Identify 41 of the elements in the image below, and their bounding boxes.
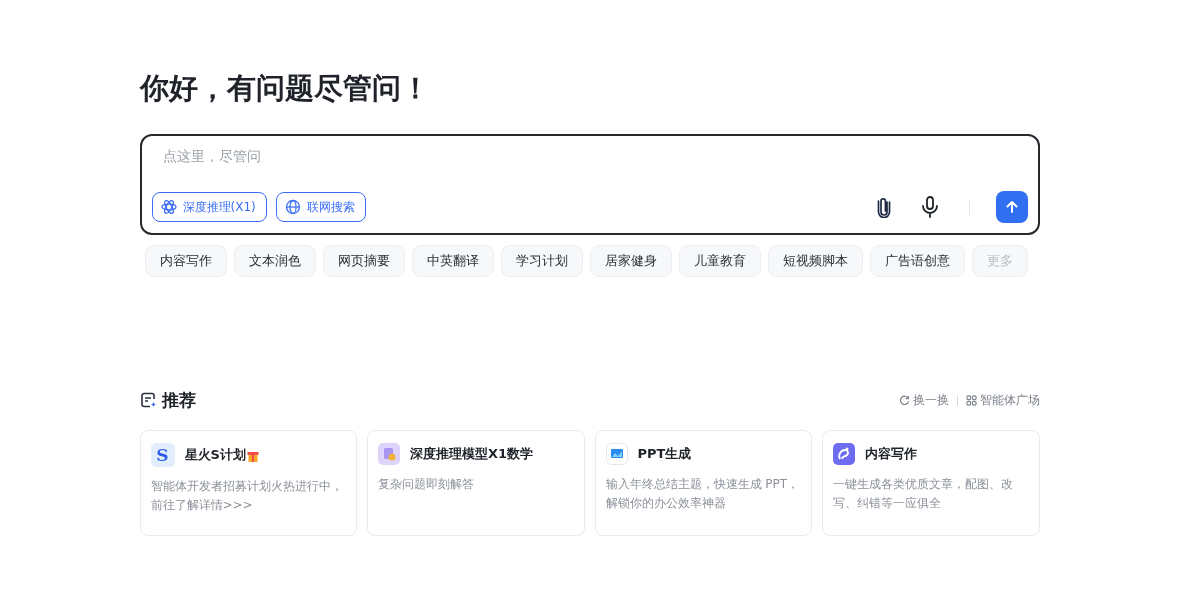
recommend-card[interactable]: PPT生成 输入年终总结主题，快速生成 PPT，解锁你的办公效率神器 [594, 430, 812, 536]
suggestion-chip[interactable]: 短视频脚本 [767, 245, 863, 277]
card-title: 内容写作 [865, 445, 917, 463]
chart-logo-icon [605, 443, 628, 465]
card-description: 一键生成各类优质文章，配图、改写、纠错等一应俱全 [833, 476, 1014, 512]
arrow-up-icon [1004, 200, 1019, 214]
microphone-icon[interactable] [920, 196, 939, 218]
pen-logo-icon [833, 443, 855, 465]
mode-toggle[interactable]: 深度推理(X1) [151, 192, 267, 222]
prompt-box[interactable]: 点这里，尽管问 深度推理(X1) 联网搜索 [139, 134, 1040, 235]
greeting-title: 你好，有问题尽管问！ [139, 70, 431, 107]
suggestion-chip[interactable]: 内容写作 [144, 245, 227, 277]
paperclip-icon[interactable] [876, 196, 891, 218]
header-link[interactable]: 智能体广场 [965, 392, 1040, 409]
section-title: 推荐 [161, 389, 196, 412]
suggestion-chip[interactable]: 网页摘要 [322, 245, 405, 277]
header-link[interactable]: 换一换 [898, 392, 949, 409]
recommend-card[interactable]: 内容写作 一键生成各类优质文章，配图、改写、纠错等一应俱全 [822, 430, 1040, 536]
mode-toggle[interactable]: 联网搜索 [275, 192, 366, 222]
card-description: 输入年终总结主题，快速生成 PPT，解锁你的办公效率神器 [605, 476, 801, 512]
atom-icon [160, 199, 177, 215]
suggestion-chip[interactable]: 儿童教育 [678, 245, 761, 277]
card-title: PPT生成 [637, 445, 692, 463]
letter-logo: S [150, 443, 175, 467]
suggestion-chip[interactable]: 学习计划 [500, 245, 583, 277]
recommend-card[interactable]: 深度推理模型X1数学 复杂问题即刻解答 [367, 430, 585, 536]
suggestion-chip[interactable]: 中英翻译 [411, 245, 494, 277]
sparkle-note-icon [139, 392, 157, 409]
card-title: 深度推理模型X1数学 [410, 445, 534, 463]
recommend-card[interactable]: S 星火S计划 智能体开发者招募计划火热进行中，前往了解详情>>> [139, 430, 357, 536]
send-button[interactable] [995, 191, 1028, 223]
suggestion-chip[interactable]: 文本润色 [233, 245, 316, 277]
suggestion-chip[interactable]: 广告语创意 [869, 245, 965, 277]
card-title: 星火S计划 [184, 446, 246, 464]
card-description: 复杂问题即刻解答 [378, 476, 475, 493]
refresh-icon [898, 395, 910, 406]
card-description: 智能体开发者招募计划火热进行中，前往了解详情>>> [150, 478, 344, 514]
globe-icon [284, 199, 301, 215]
grid-icon [965, 395, 977, 406]
suggestion-chip[interactable]: 居家健身 [589, 245, 672, 277]
document-logo-icon [378, 443, 400, 465]
